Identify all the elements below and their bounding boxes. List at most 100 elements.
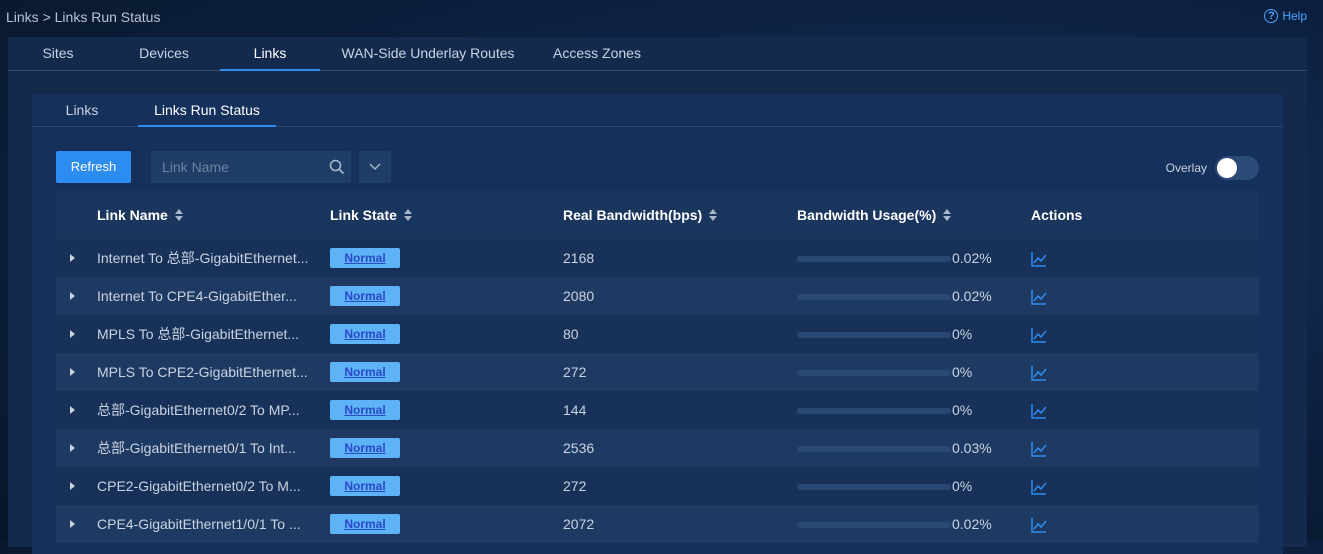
usage-percent-cell: 0% <box>952 391 972 429</box>
column-label: Bandwidth Usage(%) <box>797 207 936 223</box>
expand-caret-icon[interactable] <box>70 254 75 262</box>
usage-percent-cell: 0.03% <box>952 429 992 467</box>
tab-links[interactable]: Links <box>220 37 320 71</box>
link-state-badge[interactable]: Normal <box>330 286 400 306</box>
column-actions: Actions <box>1031 191 1082 239</box>
sort-icon[interactable] <box>175 209 183 221</box>
column-label: Link State <box>330 207 397 223</box>
line-chart-icon[interactable] <box>1031 289 1047 305</box>
main-panel: Sites Devices Links WAN-Side Underlay Ro… <box>8 37 1307 547</box>
link-state-badge[interactable]: Normal <box>330 400 400 420</box>
real-bandwidth-cell: 272 <box>563 467 586 505</box>
expand-caret-icon[interactable] <box>70 520 75 528</box>
overlay-label: Overlay <box>1166 161 1207 175</box>
line-chart-icon[interactable] <box>1031 251 1047 267</box>
link-state-badge[interactable]: Normal <box>330 324 400 344</box>
usage-progress-bar <box>797 256 951 262</box>
line-chart-icon[interactable] <box>1031 327 1047 343</box>
column-real-bandwidth[interactable]: Real Bandwidth(bps) <box>563 191 717 239</box>
usage-percent-cell: 0% <box>952 353 972 391</box>
table-row: 总部-GigabitEthernet0/1 To Int... Normal 2… <box>56 429 1259 467</box>
tab-wan-side-underlay-routes[interactable]: WAN-Side Underlay Routes <box>330 37 526 69</box>
table-row: MPLS To CPE2-GigabitEthernet... Normal 2… <box>56 353 1259 391</box>
help-label: Help <box>1282 9 1307 23</box>
line-chart-icon[interactable] <box>1031 403 1047 419</box>
real-bandwidth-cell: 2168 <box>563 239 594 277</box>
overlay-toggle[interactable] <box>1215 156 1259 180</box>
usage-percent-cell: 0.02% <box>952 277 992 315</box>
real-bandwidth-cell: 2536 <box>563 429 594 467</box>
link-name-cell: MPLS To 总部-GigabitEthernet... <box>97 315 319 353</box>
toggle-knob <box>1217 158 1237 178</box>
line-chart-icon[interactable] <box>1031 479 1047 495</box>
table-row: 总部-GigabitEthernet0/2 To MP... Normal 14… <box>56 391 1259 429</box>
sort-icon[interactable] <box>404 209 412 221</box>
real-bandwidth-cell: 2072 <box>563 505 594 543</box>
usage-percent-cell: 0.02% <box>952 239 992 277</box>
sort-icon[interactable] <box>943 209 951 221</box>
column-label: Actions <box>1031 207 1082 223</box>
link-state-badge[interactable]: Normal <box>330 362 400 382</box>
link-name-cell: 总部-GigabitEthernet0/1 To Int... <box>97 429 319 467</box>
expand-caret-icon[interactable] <box>70 330 75 338</box>
link-name-cell: CPE4-GigabitEthernet1/0/1 To ... <box>97 505 319 543</box>
link-name-cell: Internet To CPE4-GigabitEther... <box>97 277 319 315</box>
column-label: Link Name <box>97 207 168 223</box>
table-row: Internet To CPE4-GigabitEther... Normal … <box>56 277 1259 315</box>
main-tabs: Sites Devices Links WAN-Side Underlay Ro… <box>8 37 1307 71</box>
subtab-links[interactable]: Links <box>42 94 122 125</box>
link-state-badge[interactable]: Normal <box>330 514 400 534</box>
column-link-name[interactable]: Link Name <box>97 191 183 239</box>
line-chart-icon[interactable] <box>1031 365 1047 381</box>
tab-sites[interactable]: Sites <box>8 37 108 69</box>
usage-progress-bar <box>797 484 951 490</box>
column-label: Real Bandwidth(bps) <box>563 207 702 223</box>
search-icon[interactable] <box>329 159 345 175</box>
link-state-badge[interactable]: Normal <box>330 438 400 458</box>
real-bandwidth-cell: 272 <box>563 353 586 391</box>
tab-access-zones[interactable]: Access Zones <box>534 37 660 69</box>
chevron-down-icon <box>359 151 391 183</box>
expand-caret-icon[interactable] <box>70 444 75 452</box>
expand-caret-icon[interactable] <box>70 292 75 300</box>
line-chart-icon[interactable] <box>1031 441 1047 457</box>
help-icon: ? <box>1264 9 1278 23</box>
links-run-status-table: Link Name Link State Real Bandwidth(bps)… <box>56 191 1259 543</box>
table-header: Link Name Link State Real Bandwidth(bps)… <box>56 191 1259 239</box>
expand-caret-icon[interactable] <box>70 406 75 414</box>
link-name-cell: MPLS To CPE2-GigabitEthernet... <box>97 353 319 391</box>
table-row: MPLS To 总部-GigabitEthernet... Normal 80 … <box>56 315 1259 353</box>
column-link-state[interactable]: Link State <box>330 191 412 239</box>
table-row: Internet To 总部-GigabitEthernet... Normal… <box>56 239 1259 277</box>
link-name-cell: CPE2-GigabitEthernet0/2 To M... <box>97 467 319 505</box>
table-row: CPE2-GigabitEthernet0/2 To M... Normal 2… <box>56 467 1259 505</box>
real-bandwidth-cell: 80 <box>563 315 579 353</box>
search-box <box>151 151 351 183</box>
expand-caret-icon[interactable] <box>70 368 75 376</box>
usage-progress-bar <box>797 294 951 300</box>
link-state-badge[interactable]: Normal <box>330 476 400 496</box>
usage-progress-bar <box>797 408 951 414</box>
table-row: CPE4-GigabitEthernet1/0/1 To ... Normal … <box>56 505 1259 543</box>
usage-progress-bar <box>797 446 951 452</box>
link-name-cell: 总部-GigabitEthernet0/2 To MP... <box>97 391 319 429</box>
filter-dropdown-button[interactable] <box>359 151 391 183</box>
usage-progress-bar <box>797 370 951 376</box>
help-link[interactable]: ? Help <box>1264 9 1307 23</box>
breadcrumb: Links > Links Run Status <box>6 9 160 25</box>
table-body: Internet To 总部-GigabitEthernet... Normal… <box>56 239 1259 543</box>
link-state-badge[interactable]: Normal <box>330 248 400 268</box>
expand-caret-icon[interactable] <box>70 482 75 490</box>
line-chart-icon[interactable] <box>1031 517 1047 533</box>
column-bandwidth-usage[interactable]: Bandwidth Usage(%) <box>797 191 951 239</box>
sub-tabs: Links Links Run Status <box>32 94 1283 127</box>
usage-percent-cell: 0.02% <box>952 505 992 543</box>
sort-icon[interactable] <box>709 209 717 221</box>
link-name-cell: Internet To 总部-GigabitEthernet... <box>97 239 319 277</box>
link-name-search-input[interactable] <box>162 151 322 183</box>
refresh-button[interactable]: Refresh <box>56 151 131 183</box>
real-bandwidth-cell: 2080 <box>563 277 594 315</box>
subtab-links-run-status[interactable]: Links Run Status <box>138 94 276 127</box>
real-bandwidth-cell: 144 <box>563 391 586 429</box>
tab-devices[interactable]: Devices <box>114 37 214 69</box>
